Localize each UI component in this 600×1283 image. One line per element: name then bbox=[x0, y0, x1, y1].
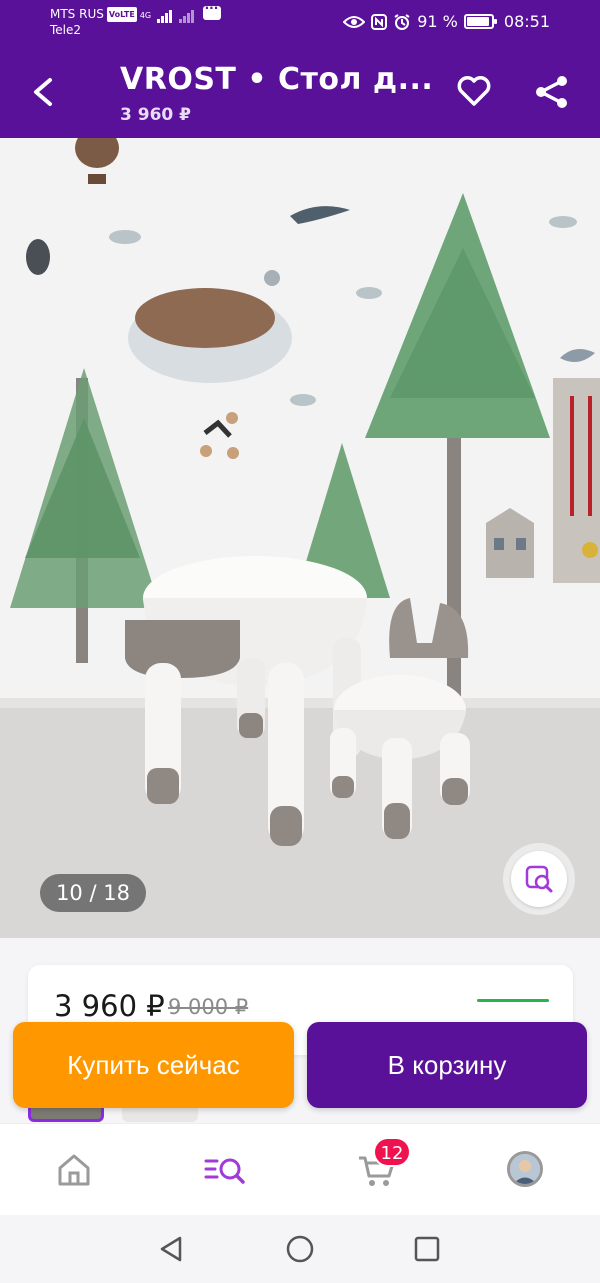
image-counter: 10 / 18 bbox=[40, 874, 146, 912]
profile-avatar[interactable] bbox=[507, 1151, 543, 1187]
battery-icon bbox=[463, 14, 497, 29]
recents-square-icon bbox=[414, 1236, 440, 1262]
home-circle-icon bbox=[286, 1235, 314, 1263]
catalog-search-icon bbox=[204, 1158, 245, 1184]
current-price: 3 960 ₽ bbox=[54, 989, 165, 1023]
heart-icon bbox=[457, 76, 491, 106]
nfc-icon bbox=[371, 13, 388, 30]
product-image[interactable]: 10 / 18 bbox=[0, 138, 600, 938]
carrier-info: MTS RUSVoLTE4G Tele2 bbox=[50, 1, 221, 38]
old-price: 9 000 ₽ bbox=[168, 995, 249, 1019]
status-bar: MTS RUSVoLTE4G Tele2 91 % 08:51 bbox=[0, 0, 600, 44]
system-recents-button[interactable] bbox=[411, 1233, 443, 1265]
message-icon bbox=[202, 1, 221, 20]
network-type: 4G bbox=[139, 11, 152, 20]
chevron-left-icon bbox=[34, 78, 52, 106]
status-icons: 91 % 08:51 bbox=[343, 12, 550, 31]
back-button[interactable] bbox=[22, 72, 62, 112]
buy-now-button[interactable]: Купить сейчас bbox=[13, 1022, 294, 1108]
battery-percent: 91 % bbox=[417, 12, 458, 31]
share-icon bbox=[536, 76, 567, 108]
header-price: 3 960 ₽ bbox=[120, 105, 191, 125]
visual-search-button[interactable] bbox=[503, 843, 575, 915]
cart-count-badge: 12 bbox=[373, 1137, 411, 1167]
carrier-2: Tele2 bbox=[50, 23, 82, 37]
add-to-cart-button[interactable]: В корзину bbox=[307, 1022, 587, 1108]
image-search-icon bbox=[525, 865, 553, 893]
alarm-icon bbox=[394, 13, 410, 30]
system-home-button[interactable] bbox=[284, 1233, 316, 1265]
clock: 08:51 bbox=[503, 12, 550, 31]
avatar-image bbox=[510, 1154, 540, 1184]
share-button[interactable] bbox=[532, 72, 572, 112]
system-back-button[interactable] bbox=[156, 1233, 188, 1265]
product-photo bbox=[0, 138, 600, 938]
carrier-1: MTS RUS bbox=[50, 7, 104, 21]
back-triangle-icon bbox=[160, 1236, 182, 1262]
home-icon bbox=[58, 1154, 90, 1186]
signal-icon bbox=[156, 8, 173, 23]
signal-2-icon bbox=[178, 8, 195, 23]
nav-home[interactable] bbox=[48, 1144, 100, 1196]
nav-catalog[interactable] bbox=[199, 1144, 251, 1196]
app-header: VROST • Стол д... 3 960 ₽ bbox=[0, 44, 600, 138]
volte-badge: VoLTE bbox=[106, 7, 137, 22]
green-accent-line bbox=[477, 999, 549, 1002]
product-title: VROST • Стол д... bbox=[120, 62, 434, 97]
eye-icon bbox=[343, 15, 366, 28]
favorite-button[interactable] bbox=[455, 72, 493, 110]
system-navigation bbox=[0, 1215, 600, 1283]
